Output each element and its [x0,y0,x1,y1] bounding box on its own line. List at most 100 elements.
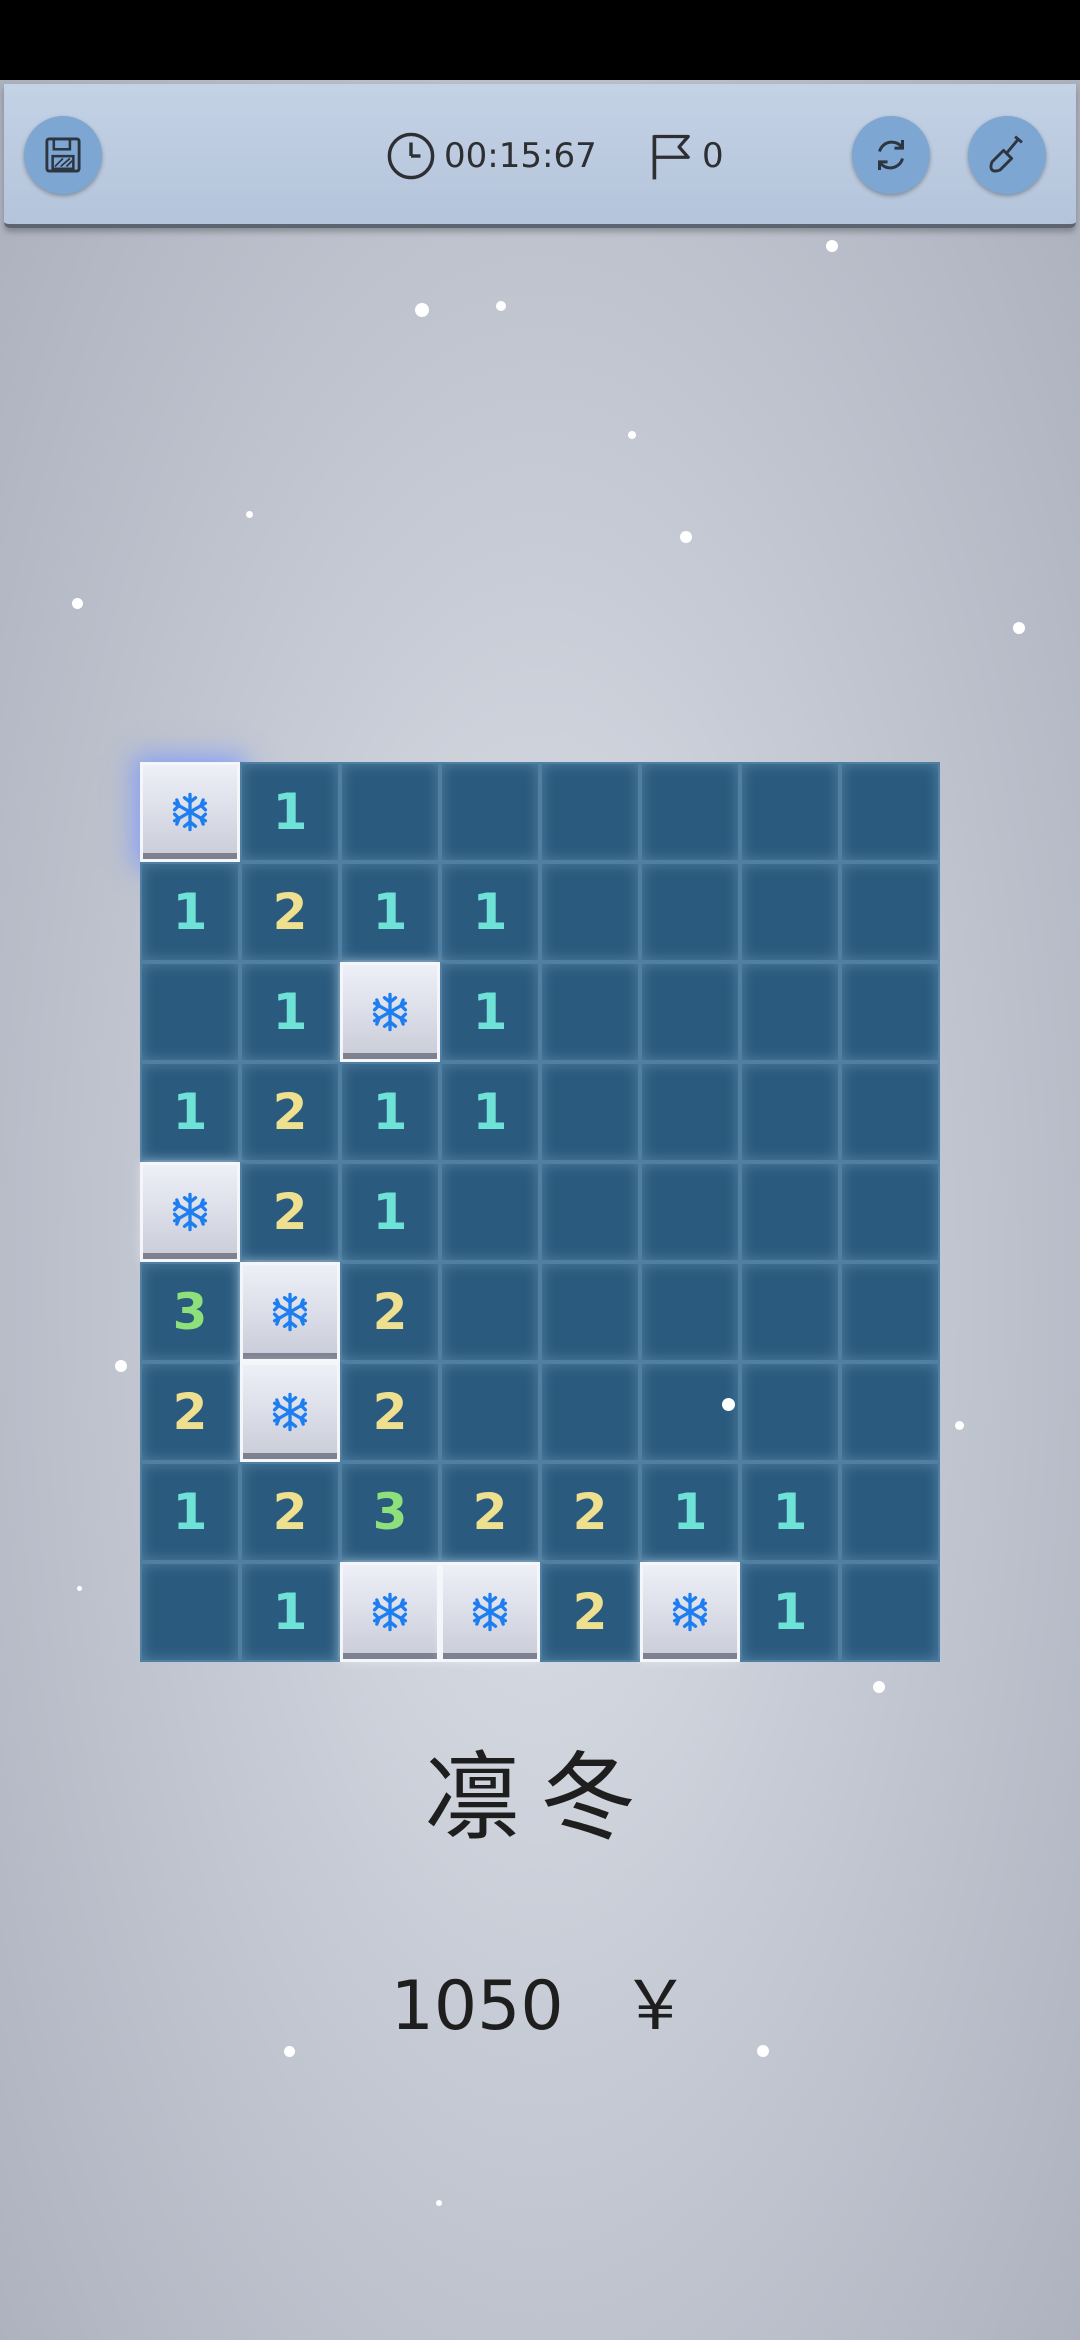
empty-cell[interactable] [640,1362,740,1462]
empty-cell[interactable] [840,1162,940,1262]
snowflake-cell[interactable] [240,1362,340,1462]
number-cell[interactable]: 2 [340,1362,440,1462]
snowflake-icon [172,792,208,832]
empty-cell[interactable] [340,762,440,862]
shovel-button[interactable] [968,116,1046,194]
empty-cell[interactable] [540,1062,640,1162]
empty-cell[interactable] [740,962,840,1062]
number-cell[interactable]: 2 [140,1362,240,1462]
number-cell[interactable]: 2 [540,1562,640,1662]
snow-particle [72,598,83,609]
empty-cell[interactable] [740,762,840,862]
shovel-icon [989,135,1023,173]
save-button[interactable] [24,116,102,194]
empty-cell[interactable] [640,1062,740,1162]
timer: 00:15:67 [384,124,597,188]
timer-value: 00:15:67 [444,136,597,176]
status-bar [0,0,1080,80]
empty-cell[interactable] [740,1362,840,1462]
level-title: 凛冬 [424,1742,656,1854]
number-cell[interactable]: 2 [440,1462,540,1562]
top-toolbar: 00:15:67 0 [4,84,1076,228]
snowflake-cell[interactable] [340,1562,440,1662]
number-cell[interactable]: 1 [440,1062,540,1162]
snowflake-cell[interactable] [640,1562,740,1662]
snow-particle [757,2045,769,2057]
number-cell[interactable]: 1 [740,1462,840,1562]
number-cell[interactable]: 1 [340,1062,440,1162]
empty-cell[interactable] [840,1262,940,1362]
empty-cell[interactable] [540,862,640,962]
minesweeper-board[interactable]: 112111112112132221232211121 [140,762,940,1662]
number-cell[interactable]: 1 [340,862,440,962]
empty-cell[interactable] [840,762,940,862]
number-cell[interactable]: 1 [440,862,540,962]
score: 1050 ￥ [0,1950,1080,2049]
restart-icon [878,140,904,170]
empty-cell[interactable] [640,762,740,862]
empty-cell[interactable] [540,1262,640,1362]
snowflake-cell[interactable] [240,1262,340,1362]
empty-cell[interactable] [840,862,940,962]
empty-cell[interactable] [440,762,540,862]
empty-cell[interactable] [740,862,840,962]
snowflake-icon [272,1392,308,1432]
currency-symbol: ￥ [621,1967,690,2046]
empty-cell[interactable] [640,1162,740,1262]
empty-cell[interactable] [740,1062,840,1162]
number-cell[interactable]: 1 [340,1162,440,1262]
empty-cell[interactable] [840,1362,940,1462]
flag-counter: 0 [644,124,724,188]
empty-cell[interactable] [140,1562,240,1662]
save-icon [45,137,81,173]
empty-cell[interactable] [840,1462,940,1562]
number-cell[interactable]: 1 [240,962,340,1062]
snow-particle [284,2046,295,2057]
snowflake-icon [172,1192,208,1232]
number-cell[interactable]: 2 [340,1262,440,1362]
empty-cell[interactable] [540,962,640,1062]
empty-cell[interactable] [540,1162,640,1262]
empty-cell[interactable] [840,1562,940,1662]
number-cell[interactable]: 2 [240,1062,340,1162]
number-cell[interactable]: 1 [440,962,540,1062]
snow-particle [496,301,506,311]
number-cell[interactable]: 1 [140,1462,240,1562]
restart-button[interactable] [852,116,930,194]
snow-particle [955,1421,964,1430]
clock-icon [387,132,435,180]
number-cell[interactable]: 2 [240,1462,340,1562]
empty-cell[interactable] [840,962,940,1062]
empty-cell[interactable] [840,1062,940,1162]
snow-particle [246,511,253,518]
number-cell[interactable]: 2 [540,1462,640,1562]
number-cell[interactable]: 3 [140,1262,240,1362]
empty-cell[interactable] [440,1162,540,1262]
number-cell[interactable]: 1 [240,1562,340,1662]
snowflake-icon [672,1592,708,1632]
empty-cell[interactable] [440,1262,540,1362]
empty-cell[interactable] [540,762,640,862]
snow-particle [826,240,838,252]
empty-cell[interactable] [140,962,240,1062]
empty-cell[interactable] [640,962,740,1062]
snowflake-cell[interactable] [340,962,440,1062]
empty-cell[interactable] [440,1362,540,1462]
empty-cell[interactable] [640,1262,740,1362]
number-cell[interactable]: 1 [140,862,240,962]
number-cell[interactable]: 3 [340,1462,440,1562]
empty-cell[interactable] [540,1362,640,1462]
snow-particle [873,1681,885,1693]
empty-cell[interactable] [740,1262,840,1362]
number-cell[interactable]: 1 [740,1562,840,1662]
number-cell[interactable]: 1 [140,1062,240,1162]
snowflake-cell[interactable] [140,762,240,862]
number-cell[interactable]: 1 [240,762,340,862]
empty-cell[interactable] [640,862,740,962]
number-cell[interactable]: 2 [240,862,340,962]
number-cell[interactable]: 1 [640,1462,740,1562]
empty-cell[interactable] [740,1162,840,1262]
snowflake-cell[interactable] [440,1562,540,1662]
number-cell[interactable]: 2 [240,1162,340,1262]
snowflake-cell[interactable] [140,1162,240,1262]
